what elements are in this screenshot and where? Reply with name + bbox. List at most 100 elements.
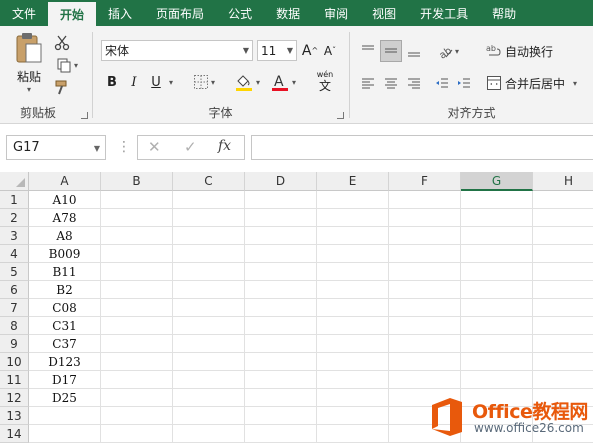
cell-h11[interactable] [533, 371, 593, 389]
cell-f5[interactable] [389, 263, 461, 281]
orientation-button[interactable]: ab ▾ [432, 40, 464, 62]
cell-f10[interactable] [389, 353, 461, 371]
row-header[interactable]: 9 [0, 335, 29, 353]
tab-home[interactable]: 开始 [48, 2, 97, 26]
cell-c5[interactable] [173, 263, 245, 281]
column-header-d[interactable]: D [245, 172, 317, 191]
cell-b2[interactable] [101, 209, 173, 227]
cell-c10[interactable] [173, 353, 245, 371]
format-painter-button[interactable] [52, 78, 72, 96]
cell-g3[interactable] [461, 227, 533, 245]
cell-b10[interactable] [101, 353, 173, 371]
phonetic-guide-button[interactable]: wén 文 [309, 68, 341, 96]
cell-b13[interactable] [101, 407, 173, 425]
cell-f6[interactable] [389, 281, 461, 299]
cell-a11[interactable]: D17 [29, 371, 101, 389]
cell-c6[interactable] [173, 281, 245, 299]
cell-f2[interactable] [389, 209, 461, 227]
align-center-button[interactable] [380, 72, 402, 94]
cell-g5[interactable] [461, 263, 533, 281]
tab-help[interactable]: 帮助 [480, 0, 528, 26]
font-launcher-icon[interactable] [337, 112, 344, 119]
cell-g2[interactable] [461, 209, 533, 227]
cell-c14[interactable] [173, 425, 245, 443]
cell-f8[interactable] [389, 317, 461, 335]
cell-a9[interactable]: C37 [29, 335, 101, 353]
row-header[interactable]: 12 [0, 389, 29, 407]
cell-a6[interactable]: B2 [29, 281, 101, 299]
cell-h4[interactable] [533, 245, 593, 263]
cell-b5[interactable] [101, 263, 173, 281]
cell-f3[interactable] [389, 227, 461, 245]
cell-e4[interactable] [317, 245, 389, 263]
cell-a13[interactable] [29, 407, 101, 425]
cell-f4[interactable] [389, 245, 461, 263]
tab-data[interactable]: 数据 [264, 0, 312, 26]
tab-file[interactable]: 文件 [0, 0, 48, 26]
paste-button[interactable]: 粘贴 ▾ [12, 32, 46, 94]
cell-g6[interactable] [461, 281, 533, 299]
cell-d3[interactable] [245, 227, 317, 245]
row-header[interactable]: 11 [0, 371, 29, 389]
fill-color-button[interactable]: ▾ [231, 70, 263, 94]
cell-a8[interactable]: C31 [29, 317, 101, 335]
cell-a2[interactable]: A78 [29, 209, 101, 227]
cell-e13[interactable] [317, 407, 389, 425]
column-header-b[interactable]: B [101, 172, 173, 191]
cell-a1[interactable]: A10 [29, 191, 101, 209]
cell-c8[interactable] [173, 317, 245, 335]
row-header[interactable]: 5 [0, 263, 29, 281]
bold-button[interactable]: B [103, 72, 121, 92]
cell-c12[interactable] [173, 389, 245, 407]
cell-e14[interactable] [317, 425, 389, 443]
row-header[interactable]: 14 [0, 425, 29, 443]
cell-h8[interactable] [533, 317, 593, 335]
cell-c9[interactable] [173, 335, 245, 353]
copy-button[interactable]: ▾ [52, 56, 82, 74]
cell-h5[interactable] [533, 263, 593, 281]
cell-h1[interactable] [533, 191, 593, 209]
select-all-button[interactable] [0, 172, 29, 191]
decrease-font-size-button[interactable]: Aˇ [321, 40, 339, 61]
clipboard-launcher-icon[interactable] [81, 112, 88, 119]
cell-g10[interactable] [461, 353, 533, 371]
column-header-e[interactable]: E [317, 172, 389, 191]
tab-page-layout[interactable]: 页面布局 [144, 0, 216, 26]
cell-h7[interactable] [533, 299, 593, 317]
cell-f7[interactable] [389, 299, 461, 317]
tab-formulas[interactable]: 公式 [216, 0, 264, 26]
font-color-button[interactable]: A ▾ [267, 70, 299, 94]
cell-d8[interactable] [245, 317, 317, 335]
cell-g9[interactable] [461, 335, 533, 353]
align-right-button[interactable] [404, 72, 424, 94]
row-header[interactable]: 6 [0, 281, 29, 299]
cell-d7[interactable] [245, 299, 317, 317]
cell-d13[interactable] [245, 407, 317, 425]
cell-e8[interactable] [317, 317, 389, 335]
cell-f11[interactable] [389, 371, 461, 389]
cell-h10[interactable] [533, 353, 593, 371]
cell-c3[interactable] [173, 227, 245, 245]
cell-f1[interactable] [389, 191, 461, 209]
cell-d1[interactable] [245, 191, 317, 209]
formula-input[interactable] [251, 135, 593, 160]
cell-b3[interactable] [101, 227, 173, 245]
row-header[interactable]: 10 [0, 353, 29, 371]
cell-c11[interactable] [173, 371, 245, 389]
cell-e7[interactable] [317, 299, 389, 317]
cell-c7[interactable] [173, 299, 245, 317]
cell-g7[interactable] [461, 299, 533, 317]
column-header-h[interactable]: H [533, 172, 593, 191]
middle-align-button[interactable] [380, 40, 402, 62]
chevron-down-icon[interactable]: ▾ [169, 78, 173, 87]
cell-a12[interactable]: D25 [29, 389, 101, 407]
name-box[interactable]: G17 ▼ [6, 135, 106, 160]
cell-b4[interactable] [101, 245, 173, 263]
bottom-align-button[interactable] [404, 40, 424, 62]
increase-indent-button[interactable] [454, 72, 474, 94]
increase-font-size-button[interactable]: A ^ [301, 40, 319, 61]
align-left-button[interactable] [358, 72, 378, 94]
cell-e9[interactable] [317, 335, 389, 353]
cell-e12[interactable] [317, 389, 389, 407]
underline-button[interactable]: U [147, 72, 165, 92]
